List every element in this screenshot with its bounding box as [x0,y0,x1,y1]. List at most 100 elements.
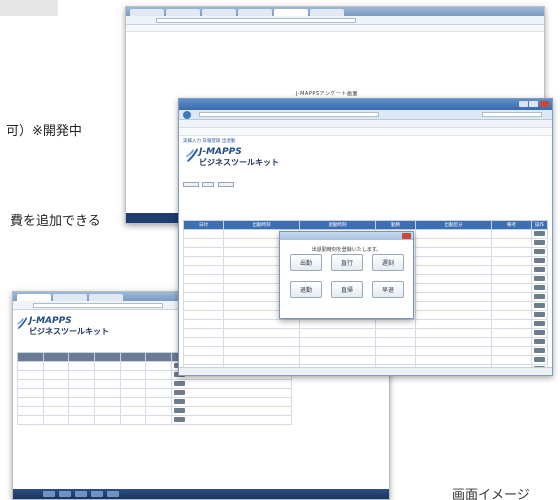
address-bar [126,16,544,25]
edit-button[interactable] [534,249,545,254]
browser-tab[interactable] [53,294,87,301]
brand: J-MAPPS ビジネスツールキット [29,316,109,337]
url-field[interactable] [199,112,379,117]
column-header [119,352,147,362]
taskbar-app-icon[interactable] [59,491,71,497]
column-header [17,352,44,362]
month-select[interactable] [183,182,199,187]
browser-tab[interactable] [310,9,344,16]
direct-go-button[interactable]: 直行 [331,254,363,271]
maximize-button[interactable] [529,101,538,107]
status-bar [179,367,552,375]
browser-tab[interactable] [166,9,200,16]
column-header [42,352,70,362]
page-hint: J-MAPPSアンケート画面 [296,91,358,97]
browser-tab[interactable] [238,9,272,16]
url-field[interactable] [156,18,356,23]
edit-button[interactable] [174,390,186,395]
browser-tab[interactable] [202,9,236,16]
table-row[interactable] [17,415,292,425]
header-strip [0,0,58,16]
edit-button[interactable] [174,381,186,386]
dialog-message: 出退勤時刻を登録いたします。 [311,247,382,253]
feature-caption-2: 費を追加できる [10,214,101,229]
edit-button[interactable] [534,240,545,245]
window-titlebar [179,99,552,110]
edit-button[interactable] [534,339,545,344]
table-row[interactable] [183,337,548,347]
edit-button[interactable] [534,330,545,335]
dialog-titlebar [280,232,413,240]
edit-button[interactable] [534,231,545,236]
menu-bar [179,120,552,128]
browser-tab-active[interactable] [274,9,308,16]
table-row[interactable] [17,397,292,407]
table-row[interactable] [17,388,292,398]
column-header-in: 出勤時刻 [223,220,300,230]
edit-button[interactable] [174,417,186,422]
bookmark-bar [126,25,544,32]
edit-button[interactable] [174,399,186,404]
edit-button[interactable] [534,303,545,308]
print-button[interactable] [217,182,234,187]
breadcrumb[interactable]: 実績入力 日報登録 出退勤 [183,138,235,144]
back-arrow-icon[interactable] [183,111,191,119]
edit-button[interactable] [534,285,545,290]
brand-name: J-MAPPS [199,147,242,157]
table-row[interactable] [183,328,548,338]
taskbar-app-icon[interactable] [43,491,55,497]
taskbar [13,489,389,499]
edit-button[interactable] [534,276,545,281]
table-row[interactable] [183,355,548,365]
j-mapps-logo-icon [16,317,28,329]
j-mapps-logo-icon [186,148,198,162]
close-icon[interactable] [402,233,411,239]
browser-tab[interactable] [130,9,164,16]
table-row[interactable] [183,319,548,329]
browser-window-attendance: 実績入力 日報登録 出退勤 J-MAPPS ビジネスツールキット 日付 出勤時刻… [178,98,553,376]
edit-button[interactable] [174,408,186,413]
browser-tab-active[interactable] [17,294,51,301]
column-header-date: 日付 [183,220,224,230]
brand: J-MAPPS ビジネスツールキット [199,147,279,168]
url-field[interactable] [33,303,163,308]
minimize-button[interactable] [519,101,528,107]
taskbar-app-icon[interactable] [91,491,103,497]
edit-button[interactable] [534,321,545,326]
edit-button[interactable] [534,312,545,317]
taskbar-app-icon[interactable] [75,491,87,497]
table-row[interactable] [17,379,292,389]
taskbar [126,213,186,223]
column-header-action: 操作 [531,220,548,230]
browser-tab[interactable] [89,294,123,301]
edit-button[interactable] [534,294,545,299]
image-caption: 画面イメージ [452,488,530,500]
direct-return-button[interactable]: 直帰 [331,281,363,298]
taskbar-app-icon[interactable] [107,491,119,497]
favorites-bar [179,128,552,136]
close-button[interactable] [540,101,549,107]
search-button[interactable] [202,182,215,187]
search-input[interactable] [482,112,542,117]
filter-controls [183,182,236,189]
clock-out-button[interactable]: 退勤 [290,281,322,298]
table-row[interactable] [17,406,292,416]
filter-panel [183,182,236,189]
clock-in-button[interactable]: 出勤 [290,254,322,271]
clock-in-dialog: 出退勤時刻を登録いたします。 出勤 直行 遅刻 退勤 直帰 早退 [279,231,414,319]
edit-button[interactable] [534,348,545,353]
edit-button[interactable] [534,258,545,263]
edit-button[interactable] [534,357,545,362]
attendance-page: 実績入力 日報登録 出退勤 J-MAPPS ビジネスツールキット 日付 出勤時刻… [179,136,552,375]
table-row[interactable] [183,346,548,356]
edit-button[interactable] [534,267,545,272]
brand-subtitle: ビジネスツールキット [29,327,109,336]
column-header [145,352,173,362]
column-header [94,352,121,362]
table-header-row: 日付 出勤時刻 退勤時刻 勤務 出勤区分 備考 操作 [183,220,548,230]
column-header-work: 勤務 [375,220,416,230]
early-leave-button[interactable]: 早退 [372,281,404,298]
late-button[interactable]: 遅刻 [372,254,404,271]
edit-button[interactable] [534,375,545,376]
tab-bar [126,7,544,16]
